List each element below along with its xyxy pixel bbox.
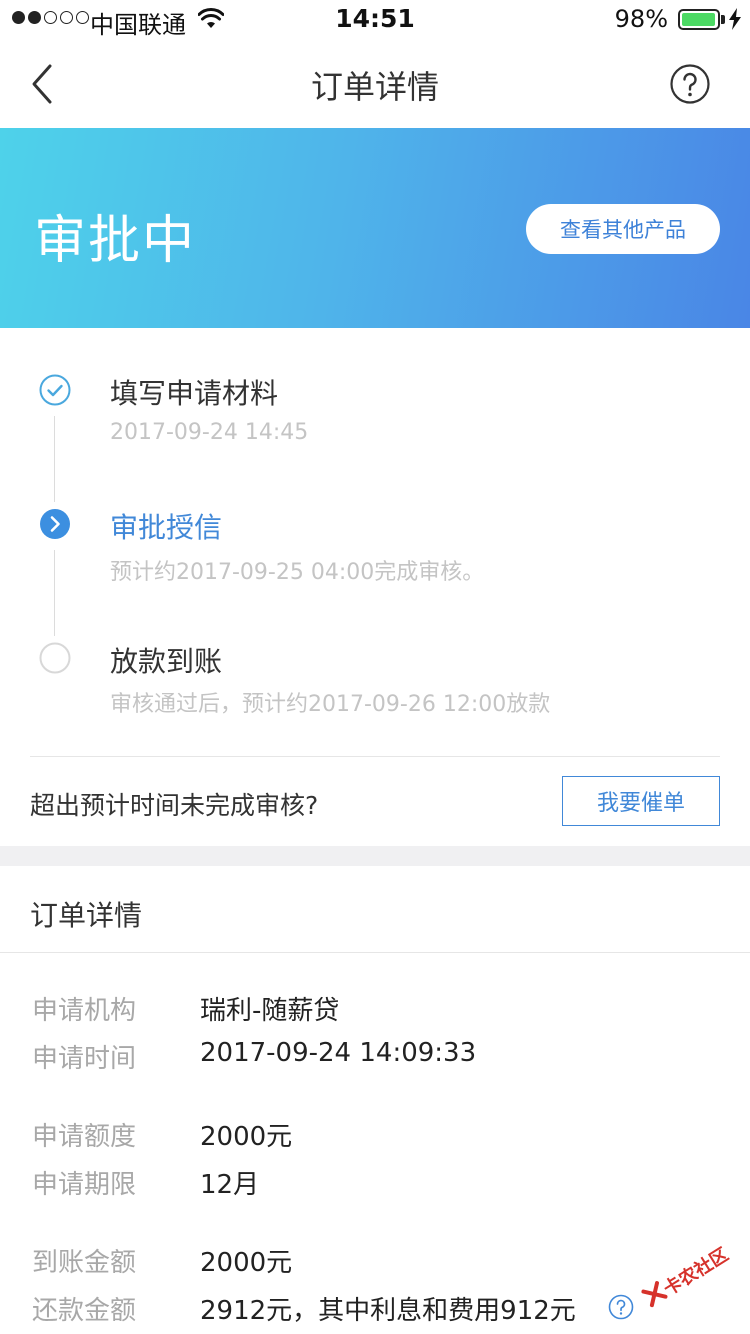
charging-bolt-icon [729, 8, 741, 30]
step-subtitle-approval: 预计约2017-09-25 04:00完成审核。 [110, 560, 485, 585]
detail-row-apply-amount: 申请额度 2000元 [0, 1116, 750, 1156]
detail-value: 2017-09-24 14:09:33 [200, 1038, 477, 1068]
progress-timeline: 填写申请材料 2017-09-24 14:45 审批授信 预计约2017-09-… [0, 328, 750, 846]
detail-row-apply-time: 申请时间 2017-09-24 14:09:33 [0, 1038, 750, 1078]
detail-label: 申请额度 [32, 1122, 137, 1152]
detail-value: 2000元 [200, 1122, 293, 1152]
battery-nub [721, 15, 725, 24]
detail-value: 12月 [200, 1170, 260, 1200]
step-subtitle-fill-application: 2017-09-24 14:45 [110, 420, 309, 445]
detail-label: 还款金额 [32, 1296, 137, 1326]
battery-icon [678, 9, 720, 30]
navigation-bar: 订单详情 [0, 40, 750, 128]
watermark-text: 卡农社区 [660, 1244, 733, 1301]
overdue-question: 超出预计时间未完成审核? [30, 791, 319, 820]
step-title-disbursement: 放款到账 [110, 645, 223, 678]
empty-circle-icon [39, 642, 71, 674]
check-circle-icon [39, 374, 71, 406]
question-circle-icon[interactable] [608, 1294, 634, 1320]
status-banner: 审批中 查看其他产品 [0, 128, 750, 328]
battery-percentage: 98% [614, 5, 668, 33]
battery-level-fill [682, 13, 716, 26]
detail-value: 瑞利-随薪贷 [200, 996, 340, 1026]
page-title: 订单详情 [310, 68, 439, 106]
divider [0, 952, 750, 953]
detail-row-institution: 申请机构 瑞利-随薪贷 [0, 990, 750, 1030]
detail-label: 到账金额 [32, 1248, 137, 1278]
detail-value: 2000元 [200, 1248, 293, 1278]
step-title-fill-application: 填写申请材料 [110, 377, 279, 410]
order-detail-screen: 中国联通 14:51 98% 订单详情 审批中 查看其他产品 填写申请材料 20… [0, 0, 750, 1334]
detail-row-apply-term: 申请期限 12月 [0, 1164, 750, 1204]
detail-label: 申请期限 [32, 1170, 137, 1200]
detail-row-repayment-amount: 还款金额 2912元，其中利息和费用912元 [0, 1290, 750, 1330]
step-subtitle-disbursement: 审核通过后，预计约2017-09-26 12:00放款 [110, 692, 551, 717]
question-circle-icon[interactable] [670, 64, 710, 104]
view-other-products-button[interactable]: 查看其他产品 [526, 204, 720, 254]
urge-order-button[interactable]: 我要催单 [562, 776, 720, 826]
detail-value: 2912元，其中利息和费用912元 [200, 1296, 576, 1326]
timeline-connector [54, 416, 55, 502]
status-bar: 中国联通 14:51 98% [0, 0, 750, 40]
detail-label: 申请时间 [32, 1044, 137, 1074]
detail-label: 申请机构 [32, 996, 137, 1026]
timeline-connector [54, 550, 55, 636]
approval-status: 审批中 [34, 211, 197, 271]
section-gap [0, 846, 750, 866]
step-title-approval: 审批授信 [110, 511, 223, 544]
section-title: 订单详情 [30, 899, 143, 932]
divider [30, 756, 720, 757]
order-details-section: 订单详情 申请机构 瑞利-随薪贷 申请时间 2017-09-24 14:09:3… [0, 866, 750, 1334]
chevron-right-circle-icon [40, 509, 70, 539]
